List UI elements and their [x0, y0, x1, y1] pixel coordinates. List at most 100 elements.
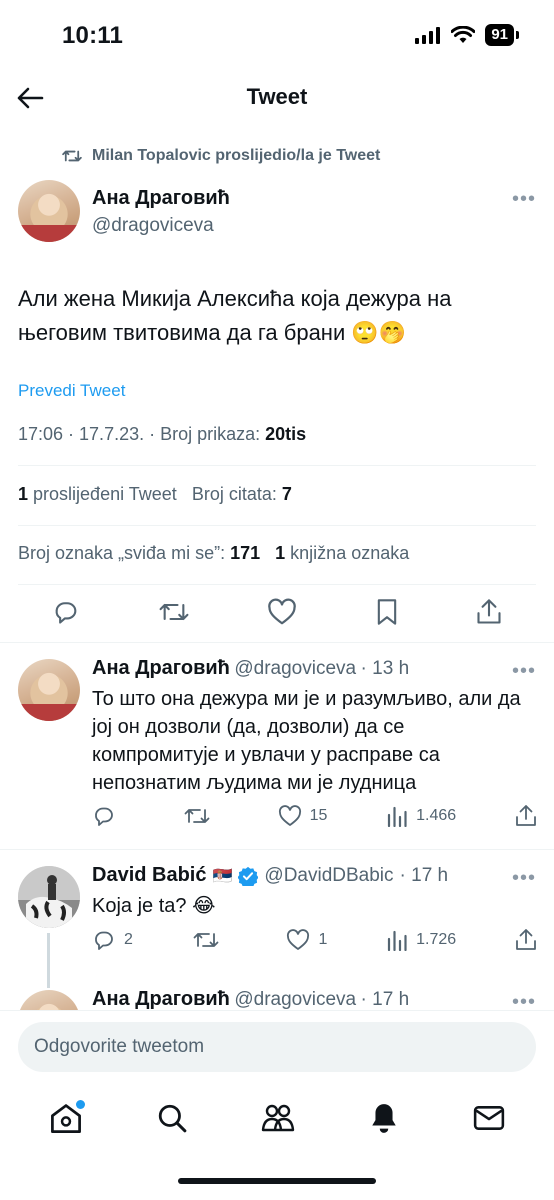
like-count: 15	[309, 807, 328, 824]
reply-text: Koja je ta? 😂	[92, 895, 216, 917]
reply-icon[interactable]	[52, 598, 80, 626]
retweet-context[interactable]: Milan Topalovic proslijedio/la je Tweet	[62, 147, 380, 165]
retweet-icon	[193, 933, 219, 947]
quotes-label: Broj citata:	[191, 484, 282, 504]
avatar[interactable]	[18, 866, 80, 928]
reply-author-name[interactable]: David Babić	[92, 864, 206, 887]
reply-actions: 2 1 1.726	[92, 928, 537, 952]
likes-count: 171	[230, 543, 261, 563]
reply-header: David Babić 🇷🇸 @DavidDBabic · 17 h	[92, 864, 448, 887]
tab-bar	[0, 1090, 554, 1146]
reply-button[interactable]: 2	[92, 928, 133, 952]
bookmarks-count: 1	[275, 543, 286, 563]
divider	[18, 584, 536, 585]
reply-time: · 13 h	[360, 658, 410, 679]
more-options-button[interactable]: •••	[512, 867, 536, 890]
reply-count: 2	[124, 931, 133, 948]
translate-link[interactable]: Prevedi Tweet	[18, 381, 125, 401]
views-label: Broj prikaza:	[160, 424, 266, 444]
author-name[interactable]: Ана Драговић	[92, 187, 230, 210]
like-icon	[278, 805, 301, 826]
tab-messages[interactable]	[473, 1104, 505, 1132]
reply-author-handle[interactable]: @dragoviceva	[234, 658, 356, 679]
reply-header: Ана Драговић @dragoviceva · 17 h	[92, 988, 409, 1011]
home-indicator	[178, 1178, 376, 1184]
reply-input-placeholder: Odgovorite tweetom	[34, 1036, 205, 1057]
like-button[interactable]: 1	[286, 929, 327, 951]
retweets-label: proslijeđeni Tweet	[33, 484, 177, 504]
reply-input[interactable]: Odgovorite tweetom	[18, 1022, 536, 1072]
divider	[18, 525, 536, 526]
views-value: 20tis	[265, 424, 307, 444]
like-count: 1	[318, 931, 328, 948]
battery-indicator: 91	[485, 24, 519, 46]
share-button[interactable]	[515, 928, 537, 952]
like-button[interactable]: 15	[278, 805, 328, 827]
retweet-icon	[184, 809, 210, 823]
reply-author-name[interactable]: Ана Драговић	[92, 657, 230, 679]
page-title: Tweet	[246, 84, 308, 109]
reply-author-handle[interactable]: @DavidDBabic	[264, 865, 393, 887]
more-options-button[interactable]: •••	[512, 188, 536, 211]
retweet-icon	[62, 150, 82, 162]
verified-badge-icon	[238, 866, 259, 886]
like-icon	[287, 929, 310, 950]
view-count: 1.466	[416, 807, 457, 824]
share-icon[interactable]	[476, 598, 502, 626]
divider	[0, 849, 554, 850]
share-icon	[516, 929, 536, 950]
tab-communities[interactable]	[261, 1103, 295, 1133]
reply-author-name[interactable]: Ана Драговић	[92, 988, 230, 1010]
views-button[interactable]: 1.726	[386, 929, 456, 951]
more-options-button[interactable]: •••	[512, 660, 536, 683]
reply-author-handle[interactable]: @dragoviceva	[234, 989, 356, 1010]
views-button[interactable]: 1.466	[386, 805, 456, 827]
divider	[18, 465, 536, 466]
share-button[interactable]	[515, 804, 537, 828]
quotes-count: 7	[281, 484, 292, 504]
tab-home[interactable]	[49, 1100, 85, 1134]
views-icon	[388, 930, 407, 951]
reply-button[interactable]	[92, 804, 124, 828]
tab-notifications[interactable]	[369, 1102, 399, 1134]
retweet-context-text: Milan Topalovic proslijedio/la je Tweet	[92, 147, 381, 164]
timestamp: 17:06 · 17.7.23. ·	[18, 424, 161, 444]
reply-header: Ана Драговић @dragoviceva · 13 h	[92, 657, 409, 680]
bookmark-icon[interactable]	[375, 598, 399, 626]
view-count: 1.726	[416, 931, 457, 948]
author-handle[interactable]: @dragoviceva	[92, 215, 214, 237]
reply-text: То што она дежура ми је и разумљиво, али…	[92, 688, 521, 794]
avatar[interactable]	[18, 659, 80, 721]
tweet-meta: 17:06 · 17.7.23. · Broj prikaza: 20tis	[18, 424, 306, 445]
tweet-text: Али жена Микија Алексића која дежура на …	[18, 286, 452, 345]
like-icon[interactable]	[267, 598, 297, 626]
likes-label: Broj oznaka „sviđa mi se”:	[18, 543, 231, 563]
main-actions	[52, 598, 502, 626]
status-icons: 91	[415, 24, 519, 46]
likes-bookmarks-stats[interactable]: Broj oznaka „sviđa mi se”: 171 1 knjižna…	[18, 543, 409, 564]
retweet-button[interactable]	[183, 804, 219, 828]
tab-search[interactable]	[157, 1103, 187, 1133]
communities-icon	[261, 1104, 295, 1132]
reply-time: · 17 h	[399, 864, 449, 886]
search-icon	[158, 1104, 187, 1133]
reply-icon	[95, 807, 113, 826]
messages-icon	[473, 1106, 505, 1130]
wifi-icon	[451, 26, 476, 43]
notifications-icon	[372, 1104, 396, 1133]
retweets-count: 1	[18, 484, 29, 504]
retweet-button[interactable]	[192, 928, 228, 952]
notification-dot	[76, 1100, 85, 1109]
views-icon	[388, 806, 407, 827]
avatar[interactable]	[18, 180, 80, 242]
status-time: 10:11	[62, 22, 124, 49]
reply-actions: 15 1.466	[92, 804, 537, 828]
signal-icon	[415, 27, 441, 44]
bookmarks-label: knjižna oznaka	[290, 543, 410, 563]
reply-time: · 17 h	[360, 989, 410, 1010]
reply-icon	[95, 931, 113, 950]
retweet-quote-stats[interactable]: 1 proslijeđeni Tweet Broj citata: 7	[18, 484, 292, 505]
share-icon	[516, 805, 536, 826]
divider	[0, 642, 554, 643]
retweet-icon[interactable]	[158, 598, 190, 626]
